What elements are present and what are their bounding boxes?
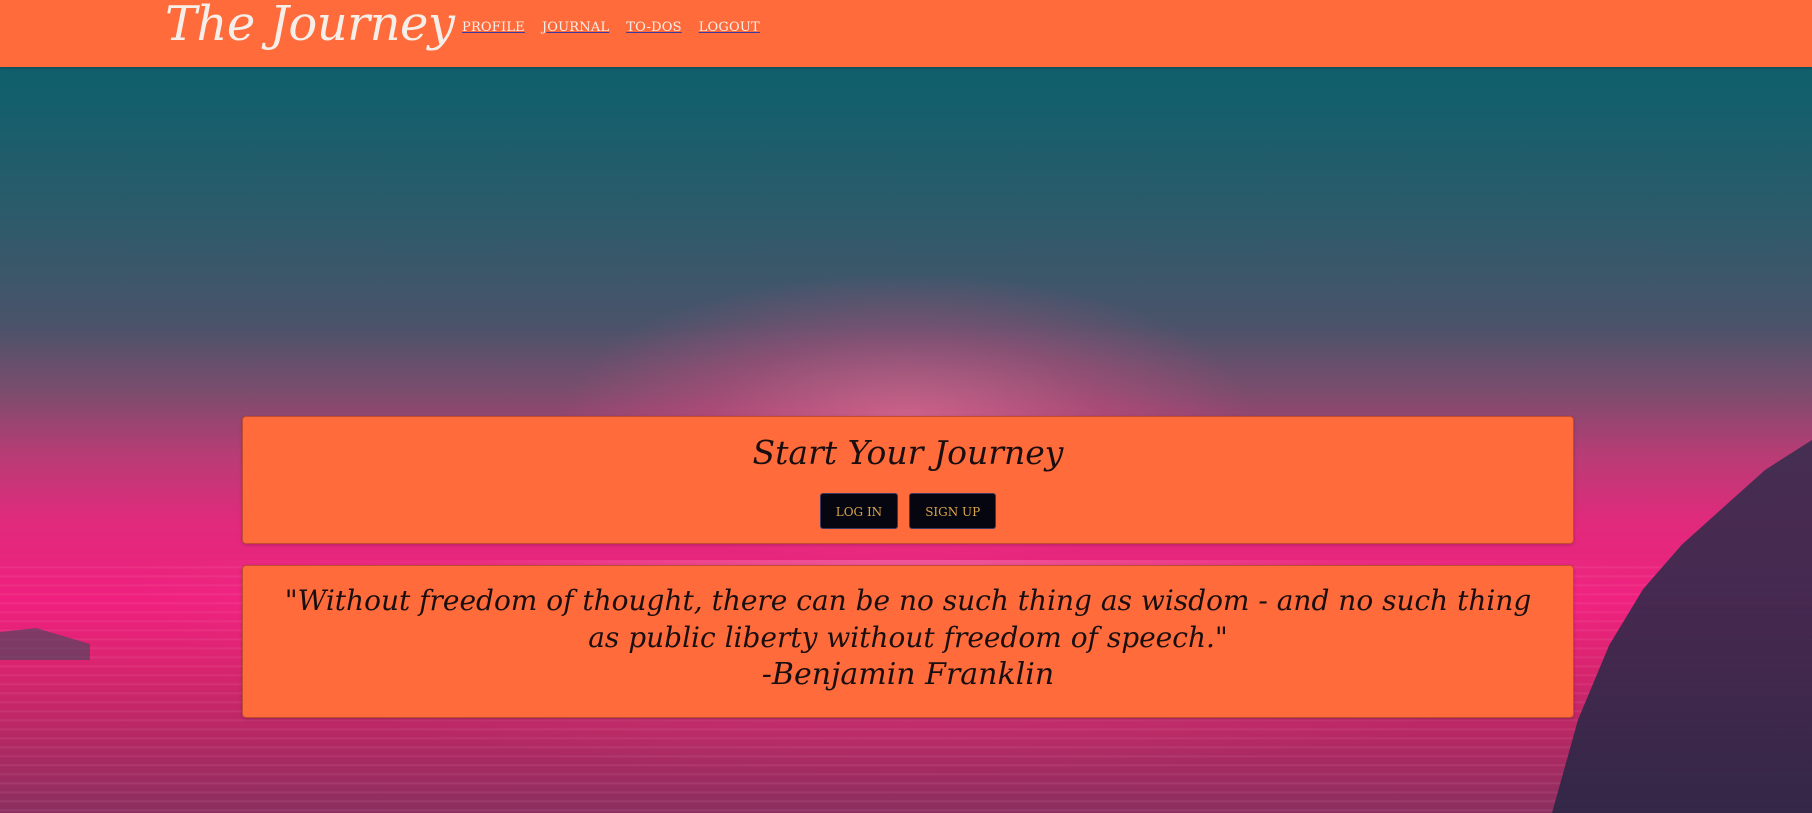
mountain-silhouette (1552, 440, 1812, 813)
navbar: The Journey PROFILE JOURNAL TO-DOS LOGOU… (0, 0, 1812, 67)
nav-link-journal[interactable]: JOURNAL (542, 20, 609, 35)
distant-rocks (0, 628, 90, 660)
auth-buttons: LOG IN SIGN UP (243, 492, 1573, 529)
nav-link-logout[interactable]: LOGOUT (699, 20, 760, 35)
brand-logo[interactable]: The Journey (165, 0, 455, 52)
signup-button[interactable]: SIGN UP (909, 492, 997, 529)
login-button[interactable]: LOG IN (819, 492, 899, 529)
start-journey-card: Start Your Journey LOG IN SIGN UP (242, 416, 1574, 544)
nav-links: PROFILE JOURNAL TO-DOS LOGOUT (462, 20, 760, 35)
quote-text: "Without freedom of thought, there can b… (284, 584, 1532, 654)
nav-link-todos[interactable]: TO-DOS (626, 20, 681, 35)
quote-card: "Without freedom of thought, there can b… (242, 565, 1574, 718)
nav-link-profile[interactable]: PROFILE (462, 20, 525, 35)
quote-author: -Benjamin Franklin (761, 657, 1055, 692)
start-journey-title: Start Your Journey (752, 433, 1064, 472)
